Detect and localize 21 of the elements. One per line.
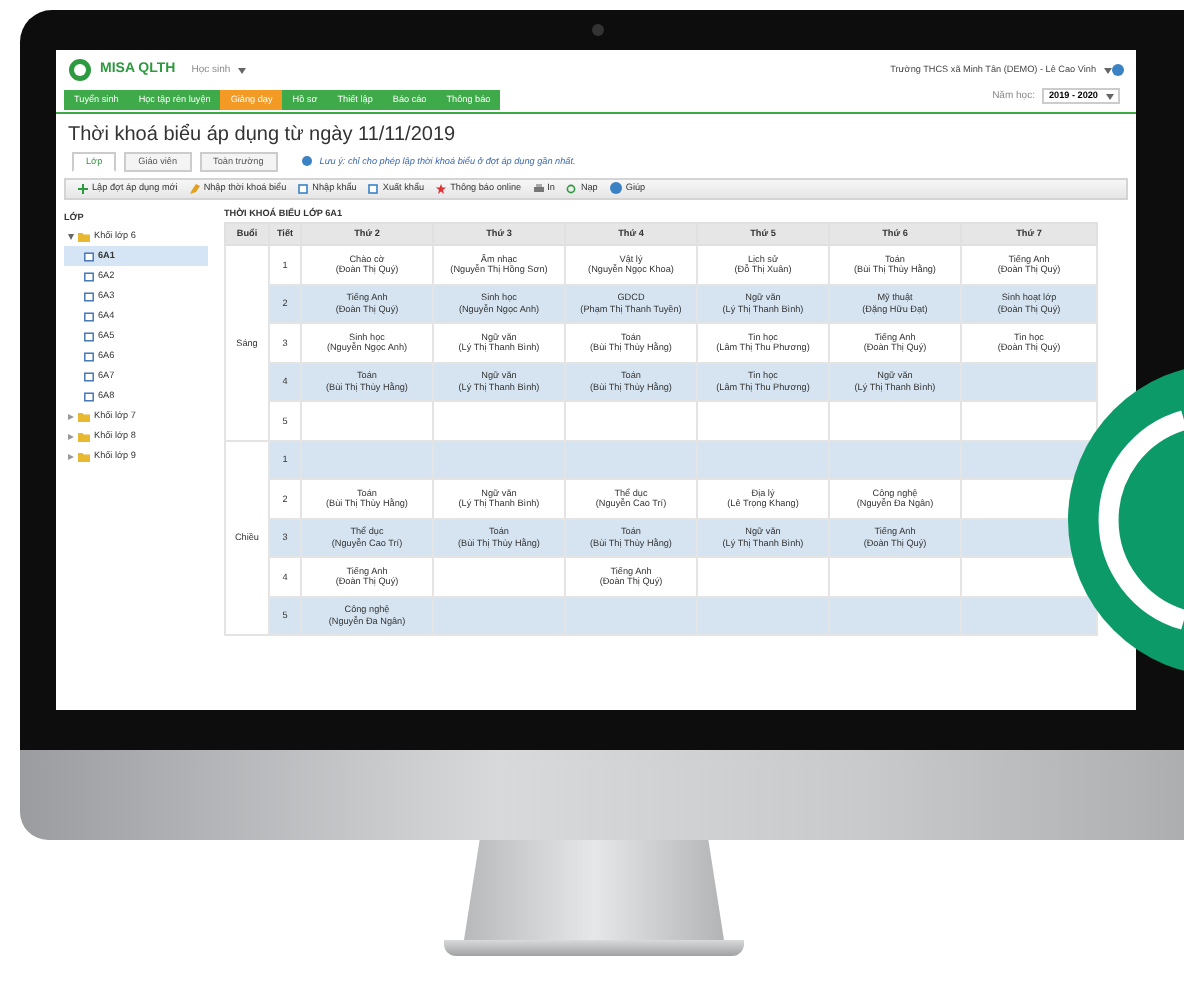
collapse-arrow-icon bbox=[68, 433, 74, 439]
help-icon bbox=[609, 182, 622, 194]
pencil-icon bbox=[189, 183, 200, 193]
collapse-arrow-icon bbox=[68, 453, 74, 459]
printer-icon bbox=[533, 183, 544, 193]
page-title: Thời khoá biểu áp dụng từ ngày 11/11/2019 bbox=[66, 121, 458, 150]
collapse-arrow-icon bbox=[68, 413, 74, 419]
expand-arrow-icon bbox=[68, 233, 74, 239]
info-icon bbox=[301, 156, 312, 167]
sheet-icon bbox=[298, 183, 309, 193]
caret-icon bbox=[238, 67, 247, 73]
globe-icon bbox=[1112, 64, 1124, 76]
refresh-icon bbox=[566, 183, 577, 193]
folder-icon bbox=[78, 231, 90, 241]
sheet-icon bbox=[368, 183, 379, 193]
star-icon bbox=[436, 183, 447, 193]
plus-icon bbox=[78, 183, 88, 193]
logo-icon bbox=[68, 58, 92, 82]
caret-icon bbox=[1106, 93, 1114, 99]
caret-icon bbox=[1104, 67, 1112, 73]
camera-dot bbox=[592, 24, 604, 36]
